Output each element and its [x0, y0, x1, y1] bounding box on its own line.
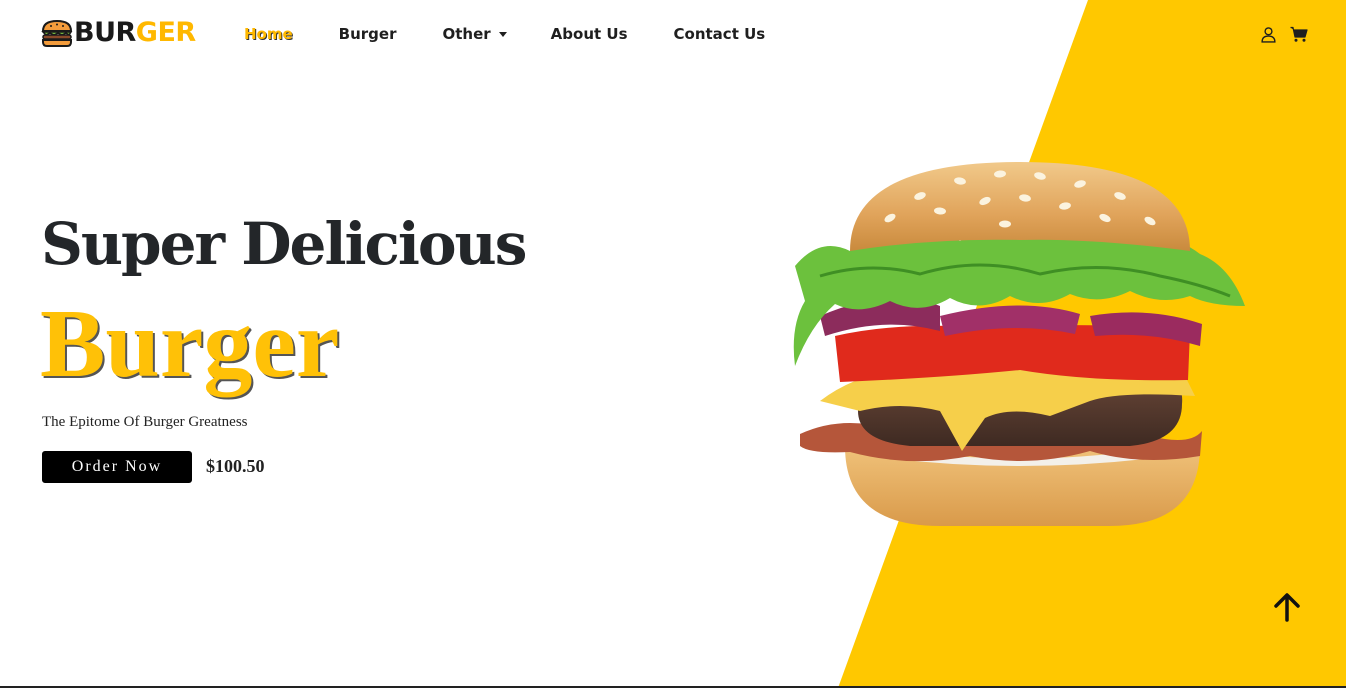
brand-name-part1: BUR — [74, 17, 136, 48]
hero-subheading: Burger — [40, 290, 340, 398]
hero-heading: Super Delicious — [41, 210, 527, 278]
arrow-up-icon — [1274, 593, 1300, 622]
scroll-to-top-button[interactable] — [1270, 590, 1304, 624]
order-now-button[interactable]: Order Now — [42, 451, 192, 483]
navbar: BURGER Home Burger Other About Us Contac… — [0, 0, 1346, 70]
nav-home-link[interactable]: Home — [244, 24, 293, 44]
cart-button[interactable] — [1289, 24, 1309, 44]
nav-other-label: Other — [442, 25, 491, 43]
burger-logo-icon — [41, 19, 73, 47]
price-label: $100.50 — [206, 456, 265, 476]
shopping-cart-icon — [1290, 26, 1308, 42]
nav-other-dropdown[interactable]: Other — [443, 24, 507, 44]
nav-contact-link[interactable]: Contact Us — [674, 24, 766, 44]
burger-image — [793, 162, 1245, 526]
brand-name-part2: GER — [135, 17, 196, 48]
nav-links: Home Burger Other About Us Contact Us — [244, 24, 765, 44]
nav-about-link[interactable]: About Us — [551, 24, 628, 44]
brand-logo[interactable]: BURGER — [41, 16, 196, 50]
caret-down-icon — [498, 31, 507, 37]
user-account-button[interactable] — [1258, 24, 1278, 44]
user-icon — [1260, 26, 1276, 43]
hero-tagline: The Epitome Of Burger Greatness — [42, 414, 248, 430]
nav-icons — [1258, 24, 1309, 44]
nav-burger-link[interactable]: Burger — [339, 24, 397, 44]
brand-name: BURGER — [74, 17, 196, 49]
